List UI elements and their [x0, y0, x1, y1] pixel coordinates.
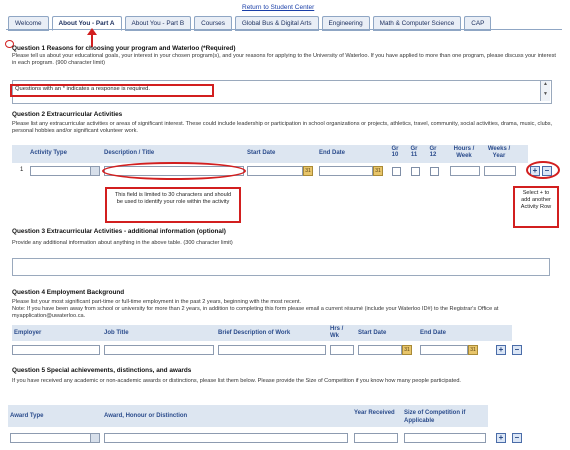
required-note-text: Questions with an * indicates a response…	[15, 86, 151, 92]
emp-start-calendar-icon[interactable]: 31	[402, 345, 412, 355]
scroll-down-icon[interactable]: ▼	[541, 91, 550, 97]
award-type-select[interactable]	[10, 433, 100, 443]
employer-input[interactable]	[12, 345, 100, 355]
q5-text: If you have received any academic or non…	[12, 378, 461, 384]
weeks-year-input[interactable]	[484, 166, 516, 176]
q2-title: Question 2 Extracurricular Activities	[12, 111, 123, 118]
emp-start-date-input[interactable]	[358, 345, 402, 355]
description-field-highlight	[102, 162, 246, 180]
q1-text: Please tell us about your educational go…	[12, 53, 556, 66]
end-date-calendar-icon[interactable]: 31	[373, 166, 383, 176]
remove-award-row-button[interactable]: –	[512, 433, 522, 443]
col-job-title: Job Title	[104, 330, 129, 336]
col-year-received: Year Received	[354, 410, 395, 416]
brief-description-input[interactable]	[218, 345, 326, 355]
start-date-input[interactable]	[247, 166, 303, 176]
col-activity-type: Activity Type	[30, 150, 67, 156]
q3-answer-textarea[interactable]	[12, 258, 550, 276]
add-award-row-button[interactable]: +	[496, 433, 506, 443]
gr10-checkbox[interactable]	[392, 167, 401, 176]
q1-title: Question 1 Reasons for choosing your pro…	[12, 45, 236, 52]
q3-title: Question 3 Extracurricular Activities - …	[12, 228, 226, 235]
col-start-date: Start Date	[247, 150, 276, 156]
activity-type-select[interactable]	[30, 166, 100, 176]
col-weeks-year: Weeks / Year	[487, 146, 511, 159]
col-end-date: End Date	[319, 150, 346, 156]
description-callout-text: This field is limited to 30 characters a…	[114, 192, 232, 205]
col-brief-description: Brief Description of Work	[218, 330, 291, 336]
col-hours-week: Hours / Week	[453, 146, 475, 159]
col-gr12: Gr 12	[429, 146, 437, 158]
return-to-student-center-link[interactable]: Return to Student Center	[242, 4, 314, 11]
emp-end-calendar-icon[interactable]: 31	[468, 345, 478, 355]
col-emp-start-date: Start Date	[358, 330, 387, 336]
add-row-callout-text: Select + to add another Activity Row	[520, 190, 552, 210]
q4-text: Please list your most significant part-t…	[12, 299, 302, 305]
job-title-input[interactable]	[104, 345, 214, 355]
q2-text: Please list any extracurricular activiti…	[12, 121, 553, 134]
size-of-competition-input[interactable]	[404, 433, 486, 443]
hrs-wk-input[interactable]	[330, 345, 354, 355]
scroll-up-icon[interactable]: ▲	[541, 81, 550, 87]
award-honour-input[interactable]	[104, 433, 348, 443]
q1-scrollbar[interactable]: ▲ ▼	[540, 81, 550, 101]
q3-text: Provide any additional information about…	[12, 240, 233, 246]
col-award-honour: Award, Honour or Distinction	[104, 413, 188, 419]
row-number: 1	[20, 167, 24, 173]
add-row-callout: Select + to add another Activity Row	[513, 186, 559, 228]
col-award-type: Award Type	[10, 413, 44, 419]
col-description-title: Description / Title	[104, 150, 155, 156]
gr11-checkbox[interactable]	[411, 167, 420, 176]
col-size-of-competition: Size of Competition if Applicable	[404, 410, 466, 424]
col-hrs-wk: Hrs / Wk	[330, 326, 344, 339]
add-employment-row-button[interactable]: +	[496, 345, 506, 355]
gr12-checkbox[interactable]	[430, 167, 439, 176]
emp-end-date-input[interactable]	[420, 345, 468, 355]
end-date-input[interactable]	[319, 166, 373, 176]
remove-employment-row-button[interactable]: –	[512, 345, 522, 355]
start-date-calendar-icon[interactable]: 31	[303, 166, 313, 176]
q4-note: Note: If you have been away from school …	[12, 306, 499, 319]
col-gr10: Gr 10	[391, 146, 399, 158]
col-employer: Employer	[14, 330, 42, 336]
hours-week-input[interactable]	[450, 166, 480, 176]
description-callout: This field is limited to 30 characters a…	[105, 187, 241, 223]
q4-title: Question 4 Employment Background	[12, 289, 125, 296]
col-gr11: Gr 11	[410, 146, 418, 158]
add-row-highlight	[526, 161, 560, 179]
year-received-input[interactable]	[354, 433, 398, 443]
col-emp-end-date: End Date	[420, 330, 447, 336]
q5-title: Question 5 Special achievements, distinc…	[12, 367, 192, 374]
